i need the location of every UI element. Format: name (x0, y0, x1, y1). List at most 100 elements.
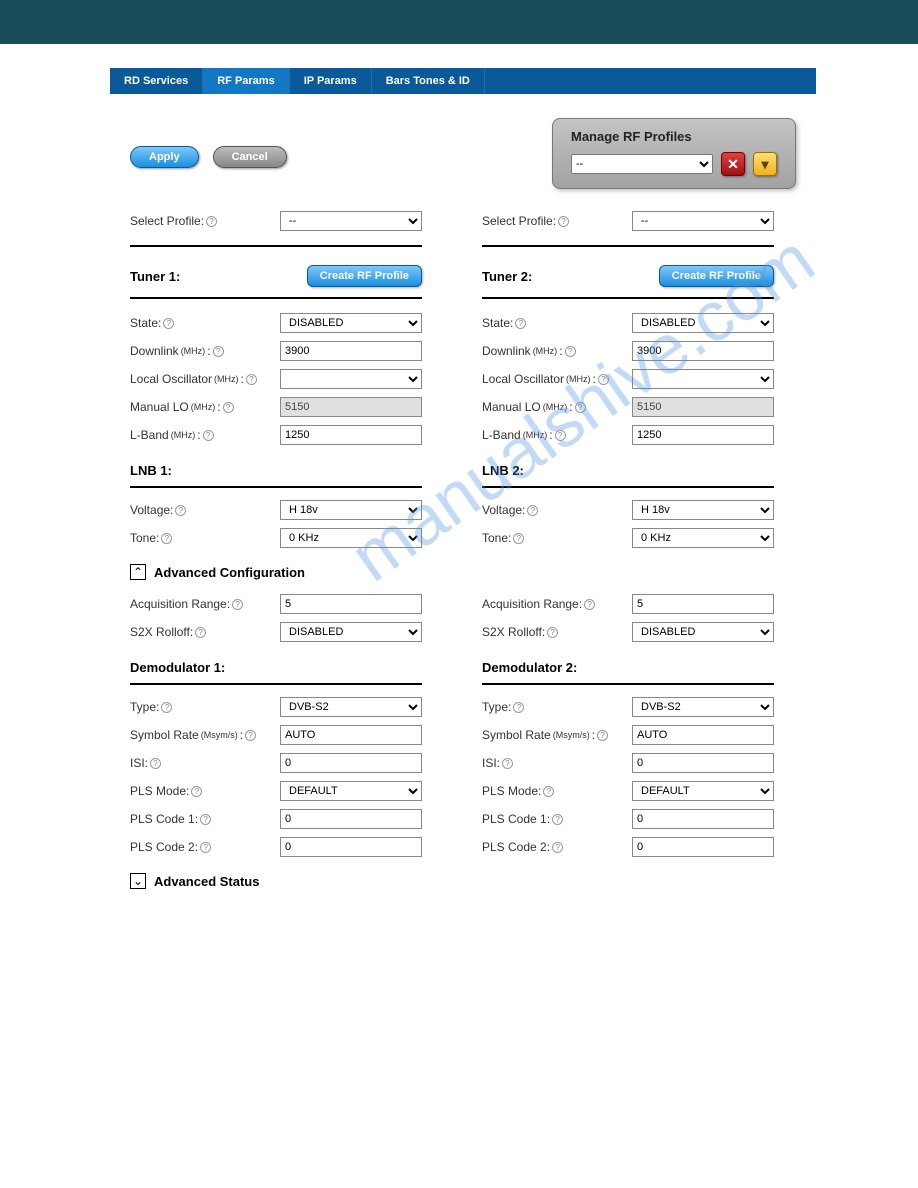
tab-ip-params[interactable]: IP Params (290, 68, 372, 94)
help-icon[interactable]: ? (175, 505, 186, 516)
tone-2-select[interactable]: 0 KHz (632, 528, 774, 548)
help-icon[interactable]: ? (575, 402, 586, 413)
isi-1-label: ISI:? (130, 756, 161, 770)
lband-2-label: L-Band(MHz):? (482, 428, 566, 442)
downlink-1-label: Downlink(MHz):? (130, 344, 224, 358)
voltage-2-select[interactable]: H 18v (632, 500, 774, 520)
isi-2-input[interactable] (632, 753, 774, 773)
create-rf-profile-1[interactable]: Create RF Profile (307, 265, 422, 287)
type-1-select[interactable]: DVB-S2 (280, 697, 422, 717)
help-icon[interactable]: ? (597, 730, 608, 741)
symrate-1-input[interactable] (280, 725, 422, 745)
cancel-button[interactable]: Cancel (213, 146, 287, 168)
help-icon[interactable]: ? (552, 814, 563, 825)
s2x-2-label: S2X Rolloff:? (482, 625, 558, 639)
downlink-1-input[interactable] (280, 341, 422, 361)
pls2-2-input[interactable] (632, 837, 774, 857)
type-2-select[interactable]: DVB-S2 (632, 697, 774, 717)
pls1-2-input[interactable] (632, 809, 774, 829)
isi-1-input[interactable] (280, 753, 422, 773)
manual-lo-2-input (632, 397, 774, 417)
help-icon[interactable]: ? (200, 814, 211, 825)
help-icon[interactable]: ? (558, 216, 569, 227)
advanced-status-heading: Advanced Status (154, 874, 259, 889)
help-icon[interactable]: ? (552, 842, 563, 853)
tab-rf-params[interactable]: RF Params (203, 68, 289, 94)
plsmode-2-select[interactable]: DEFAULT (632, 781, 774, 801)
pls2-1-input[interactable] (280, 837, 422, 857)
apply-button[interactable]: Apply (130, 146, 199, 168)
voltage-1-select[interactable]: H 18v (280, 500, 422, 520)
help-icon[interactable]: ? (203, 430, 214, 441)
manage-profiles-select[interactable]: -- (571, 154, 713, 174)
state-2-label: State:? (482, 316, 526, 330)
local-osc-2-select[interactable] (632, 369, 774, 389)
tab-bars-tones-id[interactable]: Bars Tones & ID (372, 68, 485, 94)
local-osc-1-label: Local Oscillator(MHz):? (130, 372, 257, 386)
delete-profile-button[interactable]: ✕ (721, 152, 745, 176)
help-icon[interactable]: ? (565, 346, 576, 357)
tone-2-label: Tone:? (482, 531, 524, 545)
help-icon[interactable]: ? (206, 216, 217, 227)
select-profile-2[interactable]: -- (632, 211, 774, 231)
manual-lo-2-label: Manual LO(MHz):? (482, 400, 586, 414)
select-profile-2-label: Select Profile:? (482, 214, 569, 228)
downlink-2-input[interactable] (632, 341, 774, 361)
help-icon[interactable]: ? (502, 758, 513, 769)
expand-advanced-status[interactable]: ⌄ (130, 873, 146, 889)
column-1: Select Profile:? -- Tuner 1: Create RF P… (130, 211, 422, 903)
symrate-2-input[interactable] (632, 725, 774, 745)
help-icon[interactable]: ? (584, 599, 595, 610)
tone-1-select[interactable]: 0 KHz (280, 528, 422, 548)
acq-range-1-input[interactable] (280, 594, 422, 614)
tab-strip: RD Services RF Params IP Params Bars Ton… (110, 68, 816, 94)
help-icon[interactable]: ? (515, 318, 526, 329)
demod2-heading: Demodulator 2: (482, 660, 774, 675)
help-icon[interactable]: ? (163, 318, 174, 329)
help-icon[interactable]: ? (232, 599, 243, 610)
local-osc-2-label: Local Oscillator(MHz):? (482, 372, 609, 386)
lband-1-input[interactable] (280, 425, 422, 445)
help-icon[interactable]: ? (543, 786, 554, 797)
manual-lo-1-input (280, 397, 422, 417)
help-icon[interactable]: ? (200, 842, 211, 853)
help-icon[interactable]: ? (245, 730, 256, 741)
acq-range-2-input[interactable] (632, 594, 774, 614)
symrate-2-label: Symbol Rate(Msym/s):? (482, 728, 608, 742)
acq-range-2-label: Acquisition Range:? (482, 597, 595, 611)
create-rf-profile-2[interactable]: Create RF Profile (659, 265, 774, 287)
select-profile-1[interactable]: -- (280, 211, 422, 231)
help-icon[interactable]: ? (527, 505, 538, 516)
help-icon[interactable]: ? (161, 533, 172, 544)
help-icon[interactable]: ? (223, 402, 234, 413)
lnb2-heading: LNB 2: (482, 463, 774, 478)
help-icon[interactable]: ? (213, 346, 224, 357)
help-icon[interactable]: ? (513, 533, 524, 544)
help-icon[interactable]: ? (150, 758, 161, 769)
state-2-select[interactable]: DISABLED (632, 313, 774, 333)
downlink-2-label: Downlink(MHz):? (482, 344, 576, 358)
local-osc-1-select[interactable] (280, 369, 422, 389)
help-icon[interactable]: ? (547, 627, 558, 638)
s2x-2-select[interactable]: DISABLED (632, 622, 774, 642)
help-icon[interactable]: ? (246, 374, 257, 385)
state-1-select[interactable]: DISABLED (280, 313, 422, 333)
lnb1-heading: LNB 1: (130, 463, 422, 478)
expand-profile-button[interactable]: ▾ (753, 152, 777, 176)
help-icon[interactable]: ? (555, 430, 566, 441)
toolbar: Apply Cancel Manage RF Profiles -- ✕ ▾ (130, 118, 796, 189)
advanced-config-heading: Advanced Configuration (154, 565, 305, 580)
s2x-1-select[interactable]: DISABLED (280, 622, 422, 642)
help-icon[interactable]: ? (191, 786, 202, 797)
help-icon[interactable]: ? (161, 702, 172, 713)
pls1-1-input[interactable] (280, 809, 422, 829)
plsmode-1-label: PLS Mode:? (130, 784, 202, 798)
lband-2-input[interactable] (632, 425, 774, 445)
plsmode-1-select[interactable]: DEFAULT (280, 781, 422, 801)
voltage-2-label: Voltage:? (482, 503, 538, 517)
collapse-advanced-config[interactable]: ⌃ (130, 564, 146, 580)
help-icon[interactable]: ? (598, 374, 609, 385)
help-icon[interactable]: ? (513, 702, 524, 713)
help-icon[interactable]: ? (195, 627, 206, 638)
tab-rd-services[interactable]: RD Services (110, 68, 203, 94)
